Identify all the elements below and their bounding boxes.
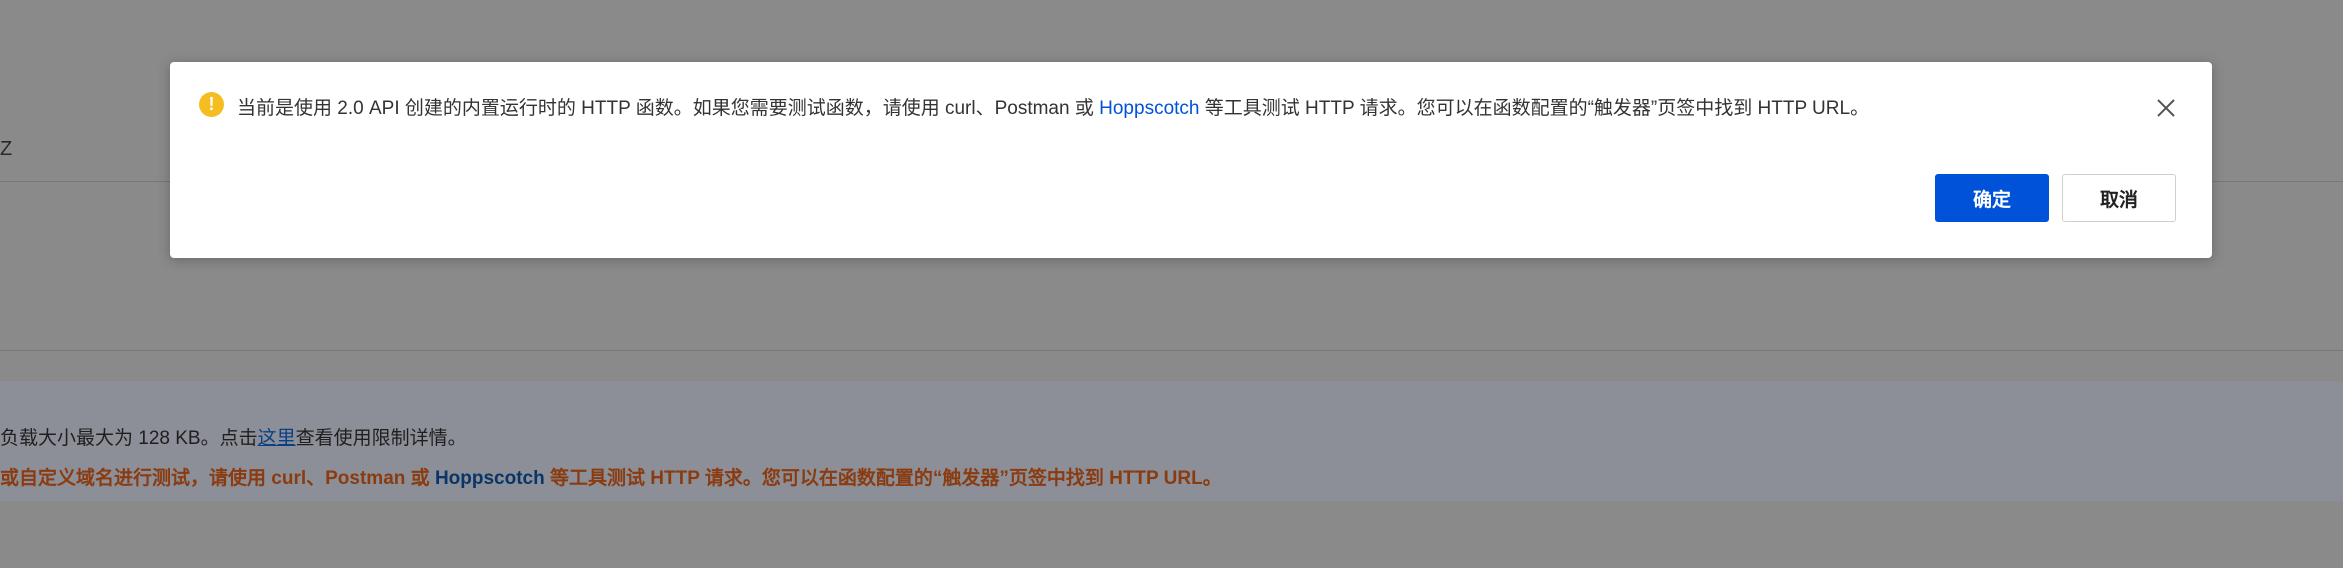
confirm-dialog: ! 当前是使用 2.0 API 创建的内置运行时的 HTTP 函数。如果您需要测… xyxy=(170,62,2212,258)
warning-icon: ! xyxy=(199,92,224,117)
dialog-message-text: 当前是使用 2.0 API 创建的内置运行时的 HTTP 函数。如果您需要测试函… xyxy=(237,98,1100,119)
confirm-button[interactable]: 确定 xyxy=(1935,174,2049,222)
dialog-message: 当前是使用 2.0 API 创建的内置运行时的 HTTP 函数。如果您需要测试函… xyxy=(237,93,1869,120)
background-warning-link: Hoppscotch xyxy=(434,468,545,489)
background-warning-label-after: 等工具测试 HTTP 请求。您可以在函数配置的“触发器”页签中找到 HTTP U… xyxy=(544,468,1222,489)
background-info-label: 负载大小最大为 128 KB。点击 xyxy=(0,428,258,449)
background-info-label-after: 查看使用限制详情。 xyxy=(295,428,467,449)
dialog-message-text-after: 等工具测试 HTTP 请求。您可以在函数配置的“触发器”页签中找到 HTTP U… xyxy=(1199,98,1870,119)
background-fragment: Z xyxy=(0,138,13,160)
background-warning-label: 或自定义域名进行测试，请使用 curl、Postman 或 xyxy=(0,468,435,489)
close-icon[interactable] xyxy=(2154,96,2178,120)
cancel-button[interactable]: 取消 xyxy=(2062,174,2176,222)
hoppscotch-link[interactable]: Hoppscotch xyxy=(1099,98,1199,119)
background-info-text: 负载大小最大为 128 KB。点击这里查看使用限制详情。 xyxy=(0,423,467,450)
background-warning-text: 或自定义域名进行测试，请使用 curl、Postman 或 Hoppscotch… xyxy=(0,463,1222,490)
background-info-link: 这里 xyxy=(257,428,296,449)
background-divider xyxy=(0,350,2343,351)
page: Z 负载大小最大为 128 KB。点击这里查看使用限制详情。 或自定义域名进行测… xyxy=(0,0,2343,568)
